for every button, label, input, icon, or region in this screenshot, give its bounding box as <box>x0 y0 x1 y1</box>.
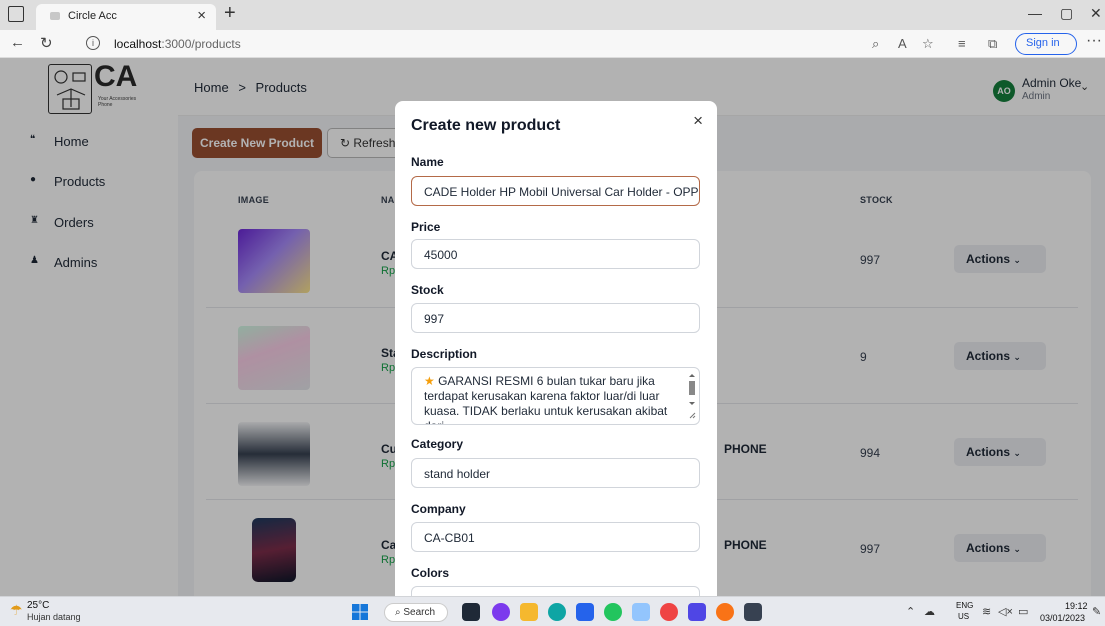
windows-start-icon[interactable] <box>352 604 368 620</box>
favicon-icon <box>50 12 60 20</box>
stock-input[interactable]: 997 <box>411 303 700 333</box>
battery-icon[interactable]: ▭ <box>1018 605 1028 618</box>
company-input[interactable]: CA-CB01 <box>411 522 700 552</box>
star-icon: ★ <box>424 374 439 388</box>
sign-in-button[interactable]: Sign in <box>1015 33 1077 55</box>
browser-tab[interactable]: Circle Acc × <box>36 4 216 30</box>
volume-icon[interactable]: ◁× <box>998 605 1013 618</box>
url-text: localhost:3000/products <box>114 37 241 51</box>
read-aloud-icon[interactable]: A <box>898 36 907 51</box>
browser-tab-bar: Circle Acc × + — ▢ ✕ <box>0 0 1105 30</box>
chat-icon[interactable] <box>492 603 510 621</box>
photos-icon[interactable] <box>632 603 650 621</box>
task-view-icon[interactable] <box>462 603 480 621</box>
name-input[interactable]: CADE Holder HP Mobil Universal Car Holde… <box>411 176 700 206</box>
colors-input[interactable] <box>411 586 700 596</box>
tab-close-icon[interactable]: × <box>197 7 206 24</box>
price-input[interactable]: 45000 <box>411 239 700 269</box>
whatsapp-icon[interactable] <box>604 603 622 621</box>
window-menu-icon[interactable] <box>8 6 24 22</box>
minimize-icon[interactable]: — <box>1028 5 1042 21</box>
chrome-icon[interactable] <box>660 603 678 621</box>
notification-icon[interactable]: ✎ <box>1092 605 1101 618</box>
company-label: Company <box>411 502 466 516</box>
taskbar: ☂ 25°C Hujan datang ⌕ Search ⌃ ☁ ENG US … <box>0 596 1105 626</box>
language-region[interactable]: US <box>958 612 969 621</box>
close-icon[interactable]: × <box>693 111 703 131</box>
more-icon[interactable]: ··· <box>1086 32 1102 50</box>
modal-title: Create new product <box>411 117 561 134</box>
cloud-icon[interactable]: ☁ <box>924 605 935 618</box>
name-label: Name <box>411 155 444 169</box>
new-tab-button[interactable]: + <box>224 2 236 25</box>
favorite-icon[interactable]: ☆ <box>922 36 934 52</box>
vscode-icon[interactable] <box>576 603 594 621</box>
edge-icon[interactable] <box>548 603 566 621</box>
tab-title: Circle Acc <box>68 10 117 22</box>
favorites-list-icon[interactable]: ≡ <box>958 36 966 51</box>
address-bar: ← ↻ i localhost:3000/products ⌕ A ☆ ≡ ⧉ … <box>0 30 1105 58</box>
wifi-icon[interactable]: ≋ <box>982 605 991 618</box>
colors-label: Colors <box>411 566 450 580</box>
app-icon[interactable] <box>688 603 706 621</box>
maximize-icon[interactable]: ▢ <box>1060 5 1073 22</box>
firefox-icon[interactable] <box>716 603 734 621</box>
textarea-scrollbar[interactable] <box>688 372 696 420</box>
language-indicator[interactable]: ENG <box>956 601 973 610</box>
taskbar-search[interactable]: ⌕ Search <box>384 603 448 622</box>
category-label: Category <box>411 437 464 451</box>
tray-chevron-icon[interactable]: ⌃ <box>906 605 915 618</box>
app-viewport: CA Your Accessories Phone ❝ Home ● Produ… <box>0 58 1105 596</box>
stock-label: Stock <box>411 283 444 297</box>
category-input[interactable]: stand holder <box>411 458 700 488</box>
clock-date[interactable]: 03/01/2023 <box>1040 613 1085 623</box>
file-explorer-icon[interactable] <box>520 603 538 621</box>
collections-icon[interactable]: ⧉ <box>988 36 997 52</box>
weather-icon[interactable]: ☂ <box>10 602 23 619</box>
temperature[interactable]: 25°C <box>27 600 49 611</box>
terminal-icon[interactable] <box>744 603 762 621</box>
search-page-icon[interactable]: ⌕ <box>872 36 879 52</box>
description-textarea[interactable]: ★ GARANSI RESMI 6 bulan tukar baru jika … <box>411 367 700 425</box>
weather-description[interactable]: Hujan datang <box>27 612 81 622</box>
site-info-icon[interactable]: i <box>86 36 100 50</box>
create-product-modal: Create new product × Name CADE Holder HP… <box>395 101 717 596</box>
window-close-icon[interactable]: ✕ <box>1090 5 1102 22</box>
price-label: Price <box>411 220 441 234</box>
description-label: Description <box>411 347 478 361</box>
url-field[interactable]: i localhost:3000/products <box>80 33 860 55</box>
back-icon[interactable]: ← <box>10 34 25 51</box>
clock-time[interactable]: 19:12 <box>1065 601 1088 611</box>
reload-icon[interactable]: ↻ <box>40 34 53 52</box>
